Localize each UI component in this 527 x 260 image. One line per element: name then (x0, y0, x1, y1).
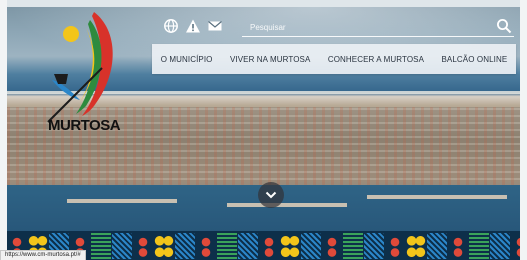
pattern-tile (238, 232, 258, 259)
hero-pier (67, 199, 177, 203)
pattern-tile (133, 232, 153, 259)
nav-item-conhecer[interactable]: CONHECER A MURTOSA (328, 55, 424, 64)
chevron-down-icon (265, 191, 277, 199)
pattern-tile (385, 232, 405, 259)
pattern-tile (469, 232, 489, 259)
brand-wordmark: MURTOSA (48, 117, 121, 134)
search-box (242, 16, 514, 37)
pattern-tile (511, 232, 520, 259)
search-icon[interactable] (496, 18, 512, 34)
pattern-tile (322, 232, 342, 259)
page-right-margin (520, 0, 527, 260)
warning-icon[interactable] (185, 18, 201, 34)
pattern-tile (364, 232, 384, 259)
mail-icon[interactable] (207, 18, 223, 34)
pattern-tile (196, 232, 216, 259)
pattern-tile (343, 232, 363, 259)
utility-bar (160, 12, 520, 40)
globe-icon[interactable] (163, 18, 179, 34)
nav-item-viver[interactable]: VIVER NA MURTOSA (230, 55, 310, 64)
search-input[interactable] (248, 18, 482, 36)
scroll-down-button[interactable] (258, 182, 284, 208)
pattern-tile (175, 232, 195, 259)
pattern-tile (427, 232, 447, 259)
status-bar-url: https://www.cm-murtosa.pt/# (0, 250, 86, 260)
nav-item-municipio[interactable]: O MUNICÍPIO (161, 55, 213, 64)
pattern-tile (280, 232, 300, 259)
page: MURTOSA O MUNICÍPIO VIVER NA MURTOSA (0, 0, 527, 260)
page-left-margin (0, 0, 7, 260)
pattern-tile (154, 232, 174, 259)
pattern-tile (91, 232, 111, 259)
pattern-tile (112, 232, 132, 259)
nav-item-balcao-online[interactable]: BALCÃO ONLINE (442, 55, 508, 64)
pattern-tile (301, 232, 321, 259)
hero-pier (367, 195, 507, 199)
main-nav: O MUNICÍPIO VIVER NA MURTOSA CONHECER A … (152, 44, 516, 74)
pattern-tile (259, 232, 279, 259)
pattern-tile (490, 232, 510, 259)
hero-pier (227, 203, 347, 207)
pattern-tile (406, 232, 426, 259)
pattern-tile (448, 232, 468, 259)
pattern-tile (217, 232, 237, 259)
